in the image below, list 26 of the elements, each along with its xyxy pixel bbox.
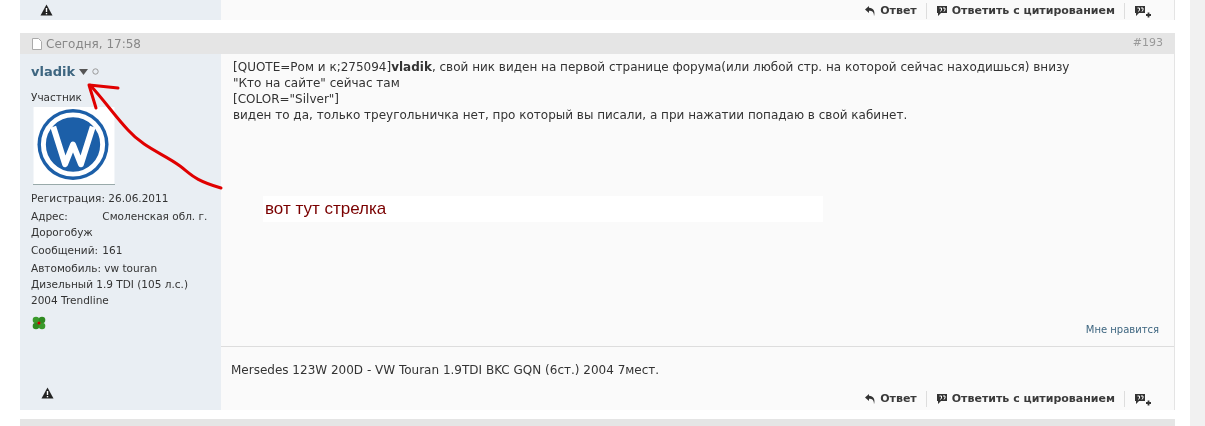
profile-field: Адрес: Смоленская обл. г. Дорогобуж — [31, 207, 211, 240]
clover-icon — [31, 315, 47, 331]
like-link[interactable]: Мне нравится — [1085, 324, 1159, 336]
quote-bubble-icon — [935, 393, 948, 405]
dropdown-caret-icon[interactable] — [79, 68, 89, 75]
message-line: виден то да, только треугольничка нет, про который вы писали, а при нажатии попадаю в свой кабинет. — [233, 107, 909, 123]
profile-field: Автомобиль: vw touran Дизельный 1.9 TDI (105 л.с.) 2004 Trendline — [31, 259, 211, 308]
message-line: [QUOTE=Ром и к;275094]vladik, свой ник виден на первой странице форума(или любой стр. на которой сейчас находишься) внизу — [233, 59, 1071, 75]
profile-field: Регистрация: 26.06.2011 — [31, 189, 211, 206]
warning-icon[interactable] — [41, 386, 54, 399]
reply-button[interactable]: Ответ — [855, 390, 927, 408]
username-link[interactable]: vladik — [31, 62, 76, 82]
quote-reply-button[interactable]: Ответить с цитированием — [926, 2, 1125, 20]
multi-quote-icon — [1134, 392, 1151, 406]
annotation-text: вот тут стрелка — [263, 196, 823, 222]
message-line: "Кто на сайте" сейчас там — [233, 75, 401, 91]
signature-text: Mersedes 123W 200D - VW Touran 1.9TDI BKC GQN (6ст.) 2004 7мест. — [230, 362, 661, 380]
user-rank: Участник — [31, 89, 83, 105]
document-icon — [32, 37, 42, 50]
profile-field: Сообщений: 161 — [31, 241, 211, 258]
message-line: [COLOR="Silver"] — [233, 91, 341, 107]
quote-bubble-icon — [935, 5, 948, 17]
post-date: Сегодня, 17:58 — [46, 35, 141, 53]
quote-reply-button[interactable]: Ответить с цитированием — [926, 390, 1125, 408]
warning-icon[interactable] — [40, 4, 53, 16]
reply-button[interactable]: Ответ — [855, 2, 927, 20]
